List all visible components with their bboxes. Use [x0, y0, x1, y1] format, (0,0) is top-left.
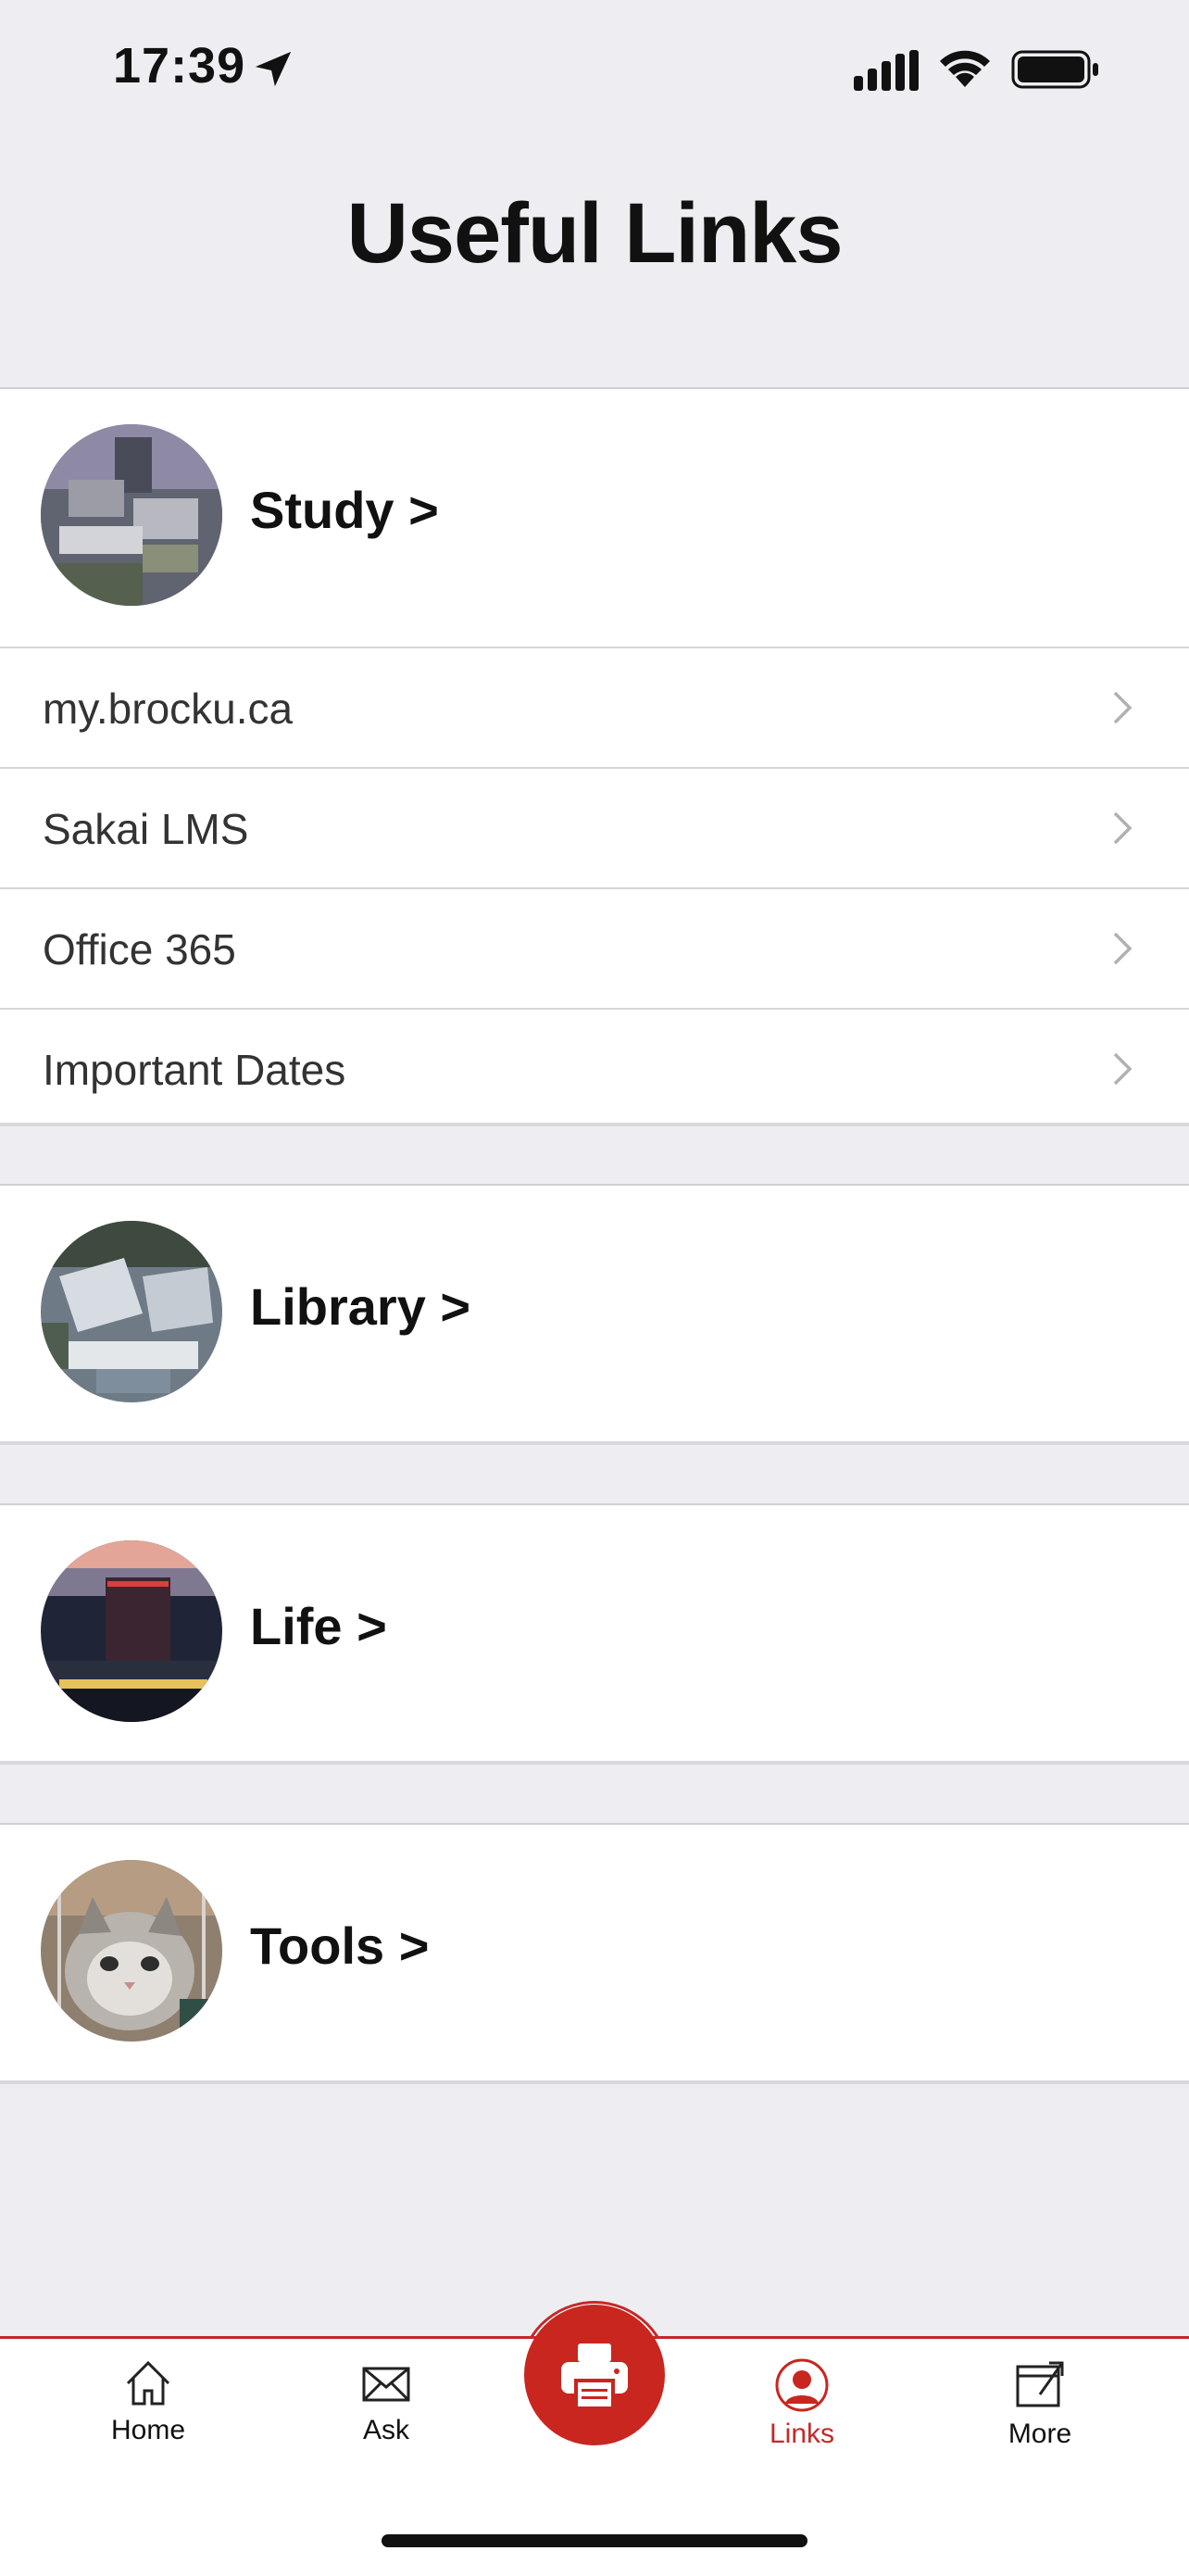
- chevron-right-icon: [1113, 811, 1133, 845]
- cellular-signal-icon: [854, 50, 919, 91]
- tab-links[interactable]: Links: [728, 2357, 876, 2478]
- tab-label-home: Home: [110, 2415, 186, 2445]
- print-button[interactable]: [524, 2305, 665, 2445]
- section-life: Life >: [0, 1503, 1189, 1765]
- link-label: Important Dates: [43, 1046, 346, 1094]
- section-title-life: Life >: [250, 1597, 387, 1655]
- tab-label-more: More: [1008, 2419, 1072, 2449]
- section-title-tools: Tools >: [250, 1916, 430, 1975]
- chevron-right-icon: [1113, 932, 1133, 965]
- external-link-icon: [1016, 2361, 1064, 2407]
- page-title: Useful Links: [346, 186, 843, 281]
- section-library: Library >: [0, 1184, 1189, 1445]
- tab-label-links: Links: [769, 2419, 835, 2449]
- link-label: Sakai LMS: [43, 805, 249, 853]
- link-row-sakai-lms[interactable]: Sakai LMS: [0, 767, 1189, 887]
- tab-ask[interactable]: Ask: [312, 2357, 460, 2478]
- section-header-life[interactable]: Life >: [0, 1505, 1189, 1763]
- tools-kitten-photo: [41, 1860, 222, 2042]
- study-campus-photo: [41, 424, 222, 606]
- tab-more[interactable]: More: [966, 2357, 1114, 2478]
- life-tower-night-photo: [41, 1540, 222, 1722]
- chevron-right-icon: [1113, 1052, 1133, 1086]
- section-header-study[interactable]: Study >: [0, 389, 1189, 647]
- home-icon: [126, 2360, 170, 2406]
- wifi-icon: [940, 50, 990, 87]
- link-label: Office 365: [43, 925, 236, 974]
- section-title-study: Study >: [250, 481, 439, 539]
- battery-icon: [1011, 50, 1098, 89]
- location-arrow-icon: [255, 51, 292, 87]
- chevron-right-icon: [1113, 691, 1133, 724]
- section-header-tools[interactable]: Tools >: [0, 1825, 1189, 2082]
- section-title-library: Library >: [250, 1277, 471, 1336]
- envelope-icon: [362, 2367, 410, 2402]
- link-label: my.brocku.ca: [43, 685, 294, 733]
- section-header-library[interactable]: Library >: [0, 1186, 1189, 1443]
- library-aerial-photo: [41, 1221, 222, 1402]
- link-row-my-brocku[interactable]: my.brocku.ca: [0, 647, 1189, 767]
- tab-home[interactable]: Home: [74, 2357, 222, 2478]
- link-row-important-dates[interactable]: Important Dates: [0, 1008, 1189, 1128]
- section-tools: Tools >: [0, 1823, 1189, 2084]
- person-circle-icon: [775, 2358, 829, 2412]
- status-bar: 17:39: [0, 0, 1189, 139]
- tab-label-ask: Ask: [362, 2415, 409, 2445]
- link-row-office-365[interactable]: Office 365: [0, 887, 1189, 1008]
- status-time: 17:39: [113, 38, 246, 94]
- section-study: Study > my.brocku.ca Sakai LMS Office 36…: [0, 387, 1189, 1126]
- home-indicator: [382, 2534, 807, 2547]
- printer-icon: [561, 2344, 628, 2406]
